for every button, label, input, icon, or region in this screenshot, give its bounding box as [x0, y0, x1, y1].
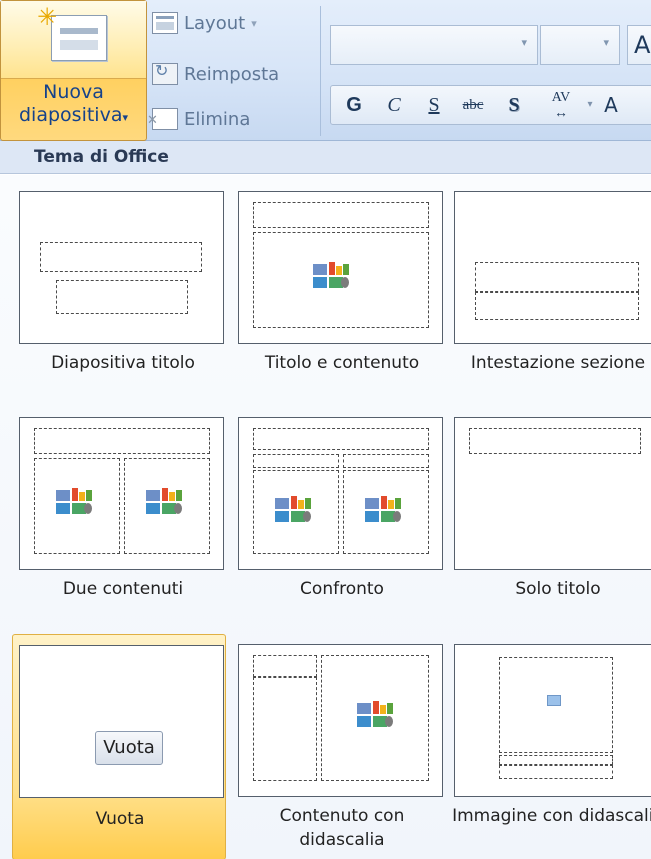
- content-placeholder-icon: [275, 496, 311, 524]
- new-slide-button[interactable]: ✳ Nuova diapositiva▾: [0, 0, 147, 141]
- layout-label: Titolo e contenuto: [264, 353, 420, 373]
- chevron-down-icon: ▾: [122, 111, 128, 124]
- layout-item-titolo-e-contenuto[interactable]: Titolo e contenuto: [235, 181, 449, 411]
- layout-thumbnail: [238, 417, 443, 570]
- content-placeholder-icon: [357, 701, 393, 729]
- layout-item-due-contenuti[interactable]: Due contenuti: [16, 407, 230, 637]
- new-slide-label-line2: diapositiva▾: [19, 104, 128, 126]
- layout-thumbnail: [238, 644, 443, 797]
- character-spacing-label: AV: [551, 90, 571, 105]
- content-placeholder-icon: [313, 262, 349, 290]
- picture-placeholder-icon: [547, 695, 561, 706]
- layout-item-diapositiva-titolo[interactable]: Diapositiva titolo: [16, 181, 230, 411]
- new-slide-button-top[interactable]: ✳: [1, 1, 146, 79]
- grow-font-button[interactable]: A: [627, 25, 651, 65]
- layout-thumbnail: [19, 191, 224, 344]
- content-placeholder-icon: [365, 496, 401, 524]
- layout-thumbnail: Vuota: [19, 645, 224, 798]
- layout-item-confronto[interactable]: Confronto: [235, 407, 449, 637]
- layout-label: Contenuto con didascalia: [279, 806, 405, 850]
- new-slide-label[interactable]: Nuova diapositiva▾: [1, 81, 146, 129]
- ribbon: ✳ Nuova diapositiva▾ Layout ▾ Reimposta …: [0, 0, 651, 141]
- reset-button[interactable]: Reimposta: [152, 57, 312, 91]
- strikethrough-button[interactable]: abc: [451, 86, 495, 124]
- layout-thumbnail: [238, 191, 443, 344]
- delete-label: Elimina: [184, 108, 251, 130]
- layout-label: Vuota: [95, 809, 145, 829]
- layout-button[interactable]: Layout ▾: [152, 6, 312, 40]
- layout-label: Solo titolo: [515, 579, 601, 599]
- delete-icon: [147, 108, 178, 130]
- chevron-down-icon[interactable]: ▾: [583, 86, 597, 124]
- layout-label: Layout: [184, 12, 246, 34]
- font-name-combo[interactable]: ▾: [330, 25, 538, 65]
- layout-icon: [152, 12, 178, 34]
- layout-thumbnail: [454, 191, 651, 344]
- layout-label: Confronto: [300, 579, 384, 599]
- layout-thumbnail: [454, 417, 651, 570]
- spacing-arrow-icon: ↔: [554, 106, 568, 121]
- layout-thumbnail: [19, 417, 224, 570]
- chevron-down-icon[interactable]: ▾: [521, 36, 527, 49]
- reset-label: Reimposta: [184, 63, 280, 85]
- content-placeholder-icon: [146, 488, 182, 516]
- change-case-button[interactable]: A: [601, 86, 621, 124]
- font-size-combo[interactable]: ▾: [540, 25, 620, 65]
- character-spacing-button[interactable]: AV ↔: [537, 86, 585, 124]
- format-toolbar: G C S abc S AV ↔ ▾ A: [330, 85, 651, 125]
- sparkle-icon: ✳: [37, 3, 58, 31]
- italic-button[interactable]: C: [379, 86, 409, 124]
- new-slide-label-line1: Nuova: [43, 81, 104, 103]
- layout-label: Due contenuti: [62, 579, 184, 599]
- ribbon-separator: [320, 6, 321, 136]
- gallery-header: Tema di Office: [0, 141, 651, 174]
- layout-label: Immagine con didascalia: [452, 806, 651, 826]
- layout-item-contenuto-con-didascalia[interactable]: Contenuto con didascalia: [235, 634, 449, 859]
- layout-label: Intestazione sezione: [470, 353, 646, 373]
- layout-item-solo-titolo[interactable]: Solo titolo: [451, 407, 651, 637]
- underline-button[interactable]: S: [419, 86, 449, 124]
- layout-item-intestazione-sezione[interactable]: Intestazione sezione: [451, 181, 651, 411]
- new-slide-icon: [51, 15, 107, 61]
- layout-preview-tooltip: Vuota: [95, 731, 163, 765]
- chevron-down-icon[interactable]: ▾: [603, 36, 609, 49]
- reset-icon: [152, 61, 178, 85]
- layout-item-immagine-con-didascalia[interactable]: Immagine con didascalia: [451, 634, 651, 859]
- layout-label: Diapositiva titolo: [51, 353, 195, 373]
- chevron-down-icon: ▾: [251, 16, 257, 30]
- layout-gallery: Diapositiva titolo Titolo e contenuto In…: [0, 175, 651, 859]
- content-placeholder-icon: [56, 488, 92, 516]
- delete-button[interactable]: Elimina: [147, 102, 312, 136]
- bold-button[interactable]: G: [337, 86, 371, 124]
- layout-item-vuota[interactable]: Vuota Vuota: [12, 634, 226, 859]
- shadow-button[interactable]: S: [499, 86, 529, 124]
- layout-thumbnail: [454, 644, 651, 797]
